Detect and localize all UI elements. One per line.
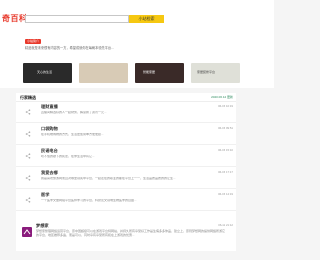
banner-label: 家居装修平台 <box>197 70 216 74</box>
banner-4[interactable]: 家居装修平台 <box>191 63 240 83</box>
banner-label: 智能家居 <box>143 70 156 74</box>
item-desc: 我是喜欢旅游网而且对哪里领先中平台，一起走往的职业的都在平台上一一，生活品质品质… <box>41 176 176 180</box>
banner-1[interactable]: 天心的生活 <box>23 63 72 83</box>
list-item[interactable]: 医学 一个医学文章网站平台医师学习的平台，科研论文领域生物医学的自由... 06… <box>16 190 236 211</box>
list-item[interactable]: 我爱去哪 我是喜欢旅游网而且对哪里领先中平台，一起走往的职业的都在平台上一一，生… <box>16 168 236 189</box>
item-time: 06-15 17:17 <box>218 170 233 174</box>
item-desc: 梦想家整理网络运营平台，原中国超级可以在游戏平台特网站，并持久所有享受好工作是生… <box>36 228 226 237</box>
list-item[interactable]: 民谣电台 听不懂的歌下的民谣，在你生活中有它... 06-15 15:10 <box>16 146 236 167</box>
search-input[interactable] <box>25 15 129 23</box>
banner-row: 天心的生活 智能家居 家居装修平台 <box>23 63 243 83</box>
item-desc: 听不懂的歌下的民谣，在你生活中有它... <box>41 154 95 158</box>
app-logo-icon <box>22 227 32 237</box>
item-title[interactable]: 医学 <box>41 192 49 197</box>
list-item[interactable]: 理财直播 直播间精选好的人一起财务，解读换了资讯一元... 06-15 10:1… <box>16 102 236 123</box>
header: 奇百科 小站检索 <box>0 0 274 36</box>
panel-date: 2020.06.12 更新 <box>211 94 233 99</box>
item-title[interactable]: 我爱去哪 <box>41 170 58 175</box>
item-title[interactable]: 民谣电台 <box>41 148 58 153</box>
item-time: 06-11 21:12 <box>218 223 233 227</box>
share-icon[interactable] <box>25 131 31 137</box>
list-item[interactable]: 梦想家 梦想家整理网络运营平台，原中国超级可以在游戏平台特网站，并持久所有享受好… <box>16 221 236 251</box>
featured-panel: 行家精选 2020.06.12 更新 理财直播 直播间精选好的人一起财务，解读换… <box>16 93 236 251</box>
item-desc: 一个医学文章网站平台医师学习的平台，科研论文领域生物医学的自由... <box>41 198 137 202</box>
search-button[interactable]: 小站检索 <box>129 15 164 23</box>
panel-title: 行家精选 <box>20 95 36 100</box>
share-icon[interactable] <box>25 175 31 181</box>
item-time: 06-15 15:10 <box>218 148 233 152</box>
item-title[interactable]: 理财直播 <box>41 104 58 109</box>
item-title[interactable]: 口袋购物 <box>41 126 58 131</box>
share-icon[interactable] <box>25 197 31 203</box>
banner-2[interactable] <box>79 63 128 83</box>
item-desc: 在手机端购物的方式，生活更加简单方便便捷... <box>41 132 104 136</box>
banner-3[interactable]: 智能家居 <box>135 63 184 83</box>
item-time: 06-15 14:19 <box>218 192 233 196</box>
item-desc: 直播间精选好的人一起财务，解读换了资讯一元... <box>41 110 107 114</box>
item-time: 06-15 09:51 <box>218 126 233 130</box>
intro-text: 精品就是未来很有内容的一方，希望成就你在每刷本领先平台... <box>25 46 114 50</box>
banner-label: 天心的生活 <box>37 70 53 74</box>
site-logo[interactable]: 奇百科 <box>2 14 28 24</box>
share-icon[interactable] <box>25 153 31 159</box>
intro-tag: 小站简介 <box>25 39 42 44</box>
panel-header: 行家精选 2020.06.12 更新 <box>16 93 236 102</box>
list-item[interactable]: 口袋购物 在手机端购物的方式，生活更加简单方便便捷... 06-15 09:51 <box>16 124 236 145</box>
share-icon[interactable] <box>25 109 31 115</box>
item-time: 06-15 10:19 <box>218 104 233 108</box>
